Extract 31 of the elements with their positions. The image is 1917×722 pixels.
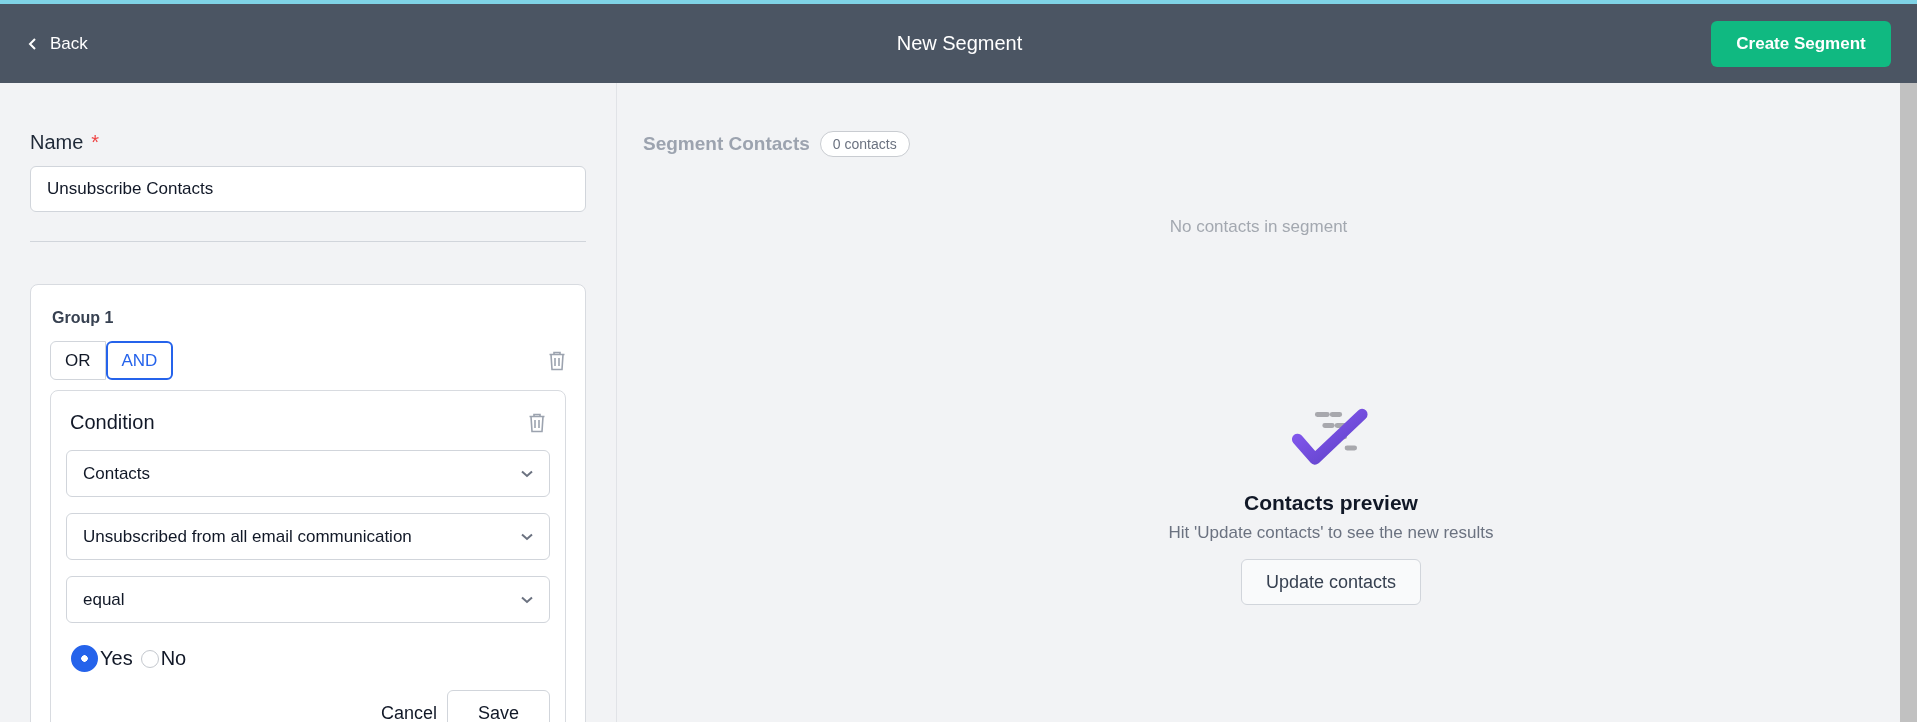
chevron-down-icon — [521, 469, 533, 478]
radio-button[interactable] — [140, 649, 159, 668]
cancel-button[interactable]: Cancel — [380, 690, 437, 722]
radio-label: Yes — [100, 647, 133, 670]
preview-hint: Hit 'Update contacts' to see the new results — [1168, 523, 1494, 543]
page-title: New Segment — [895, 32, 1024, 55]
save-button[interactable]: Save — [446, 690, 550, 722]
preview-title: Contacts preview — [1244, 491, 1418, 515]
chevron-left-icon — [28, 37, 38, 50]
radio-label: No — [160, 647, 187, 670]
dropdown-select[interactable]: Contacts — [66, 450, 550, 497]
chevron-down-icon — [521, 595, 533, 604]
condition-title: Condition — [70, 411, 155, 434]
empty-message: No contacts in segment — [1168, 217, 1349, 237]
group-title: Group 1 — [52, 309, 115, 327]
dropdown-select[interactable]: Unsubscribed from all email communication — [66, 513, 550, 560]
name-input-field[interactable]: Unsubscribe Contacts — [30, 166, 586, 212]
operator-toggle[interactable]: OR — [50, 341, 106, 380]
update-contacts-button[interactable]: Update contacts — [1240, 559, 1422, 605]
section-title: Segment Contacts — [643, 133, 810, 155]
chevron-down-icon — [521, 532, 533, 541]
field-label: Name — [30, 131, 84, 154]
scrollbar[interactable] — [1900, 83, 1917, 722]
dropdown-select[interactable]: equal — [66, 576, 550, 623]
count-badge: 0 contacts — [819, 131, 910, 157]
trash-icon[interactable] — [528, 412, 546, 433]
back-link[interactable]: Back — [28, 33, 208, 54]
required-mark: * — [91, 131, 100, 154]
trash-icon[interactable] — [548, 350, 566, 371]
radio-button[interactable] — [71, 645, 98, 672]
operator-toggle[interactable]: AND — [105, 341, 174, 380]
